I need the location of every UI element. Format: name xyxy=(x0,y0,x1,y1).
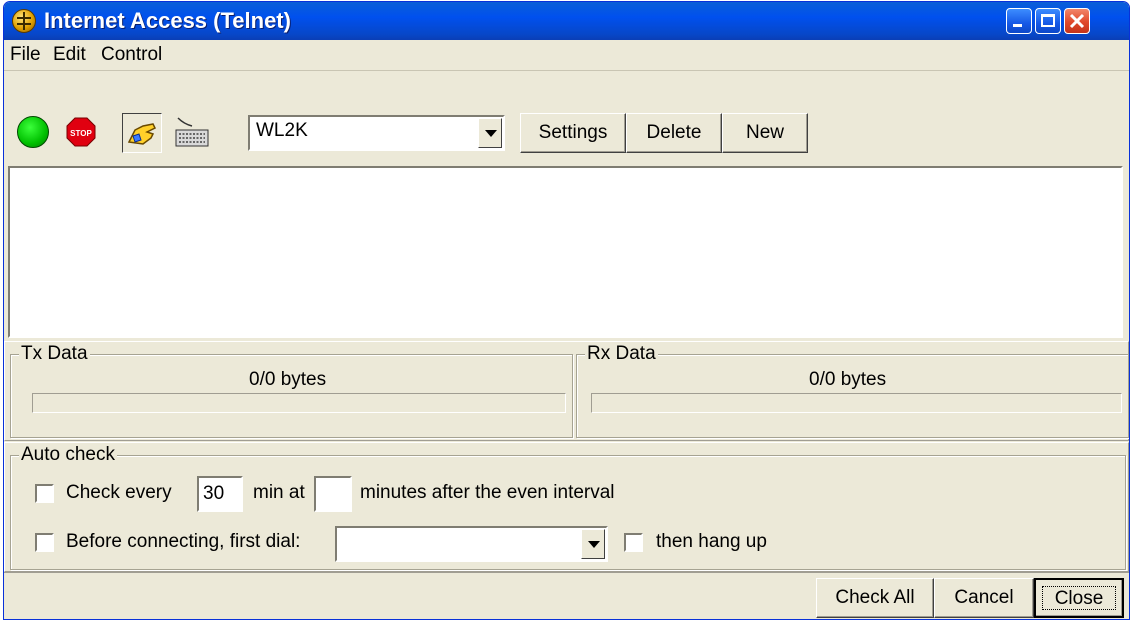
menu-file[interactable]: File xyxy=(10,44,41,66)
cancel-button[interactable]: Cancel xyxy=(934,578,1034,618)
check-all-label: Check All xyxy=(835,587,915,608)
keyboard-icon[interactable] xyxy=(174,116,210,150)
title-bar[interactable]: Internet Access (Telnet) xyxy=(4,2,1129,40)
svg-text:STOP: STOP xyxy=(70,129,92,138)
minimize-icon xyxy=(1013,24,1022,27)
maximize-button[interactable] xyxy=(1035,8,1061,34)
minimize-button[interactable] xyxy=(1006,8,1032,34)
hang-up-label: then hang up xyxy=(656,531,767,552)
connection-select-value: WL2K xyxy=(256,120,308,141)
check-all-button[interactable]: Check All xyxy=(816,578,934,618)
tx-bytes: 0/0 bytes xyxy=(249,369,327,390)
chevron-down-icon[interactable] xyxy=(478,118,502,148)
delete-button[interactable]: Delete xyxy=(626,113,722,153)
first-dial-checkbox[interactable] xyxy=(35,533,54,552)
check-every-label: Check every xyxy=(66,482,172,503)
tx-data-label: Tx Data xyxy=(19,343,90,365)
auto-check-label: Auto check xyxy=(19,444,117,466)
minutes-after-label: minutes after the even interval xyxy=(360,482,615,503)
close-button-label: Close xyxy=(1054,588,1104,609)
rx-data-group: Rx Data 0/0 bytes xyxy=(576,343,1129,438)
tx-data-group: Tx Data 0/0 bytes xyxy=(10,343,573,438)
tx-progress-bar xyxy=(32,393,566,413)
menu-bar: File Edit Control xyxy=(4,40,1129,71)
interval-input[interactable]: 30 xyxy=(197,476,243,512)
minutes-after-input[interactable] xyxy=(314,476,352,512)
menu-edit[interactable]: Edit xyxy=(53,44,86,66)
first-dial-label: Before connecting, first dial: xyxy=(66,531,301,552)
window-title: Internet Access (Telnet) xyxy=(44,8,291,33)
connection-select[interactable]: WL2K xyxy=(248,115,505,151)
hang-up-checkbox[interactable] xyxy=(624,533,643,552)
internet-access-window: Internet Access (Telnet) File Edit Contr… xyxy=(3,1,1130,620)
close-window-button[interactable] xyxy=(1064,8,1090,34)
go-icon[interactable] xyxy=(17,116,49,148)
dial-select[interactable] xyxy=(335,526,608,562)
settings-button[interactable]: Settings xyxy=(520,113,626,153)
output-area[interactable] xyxy=(8,166,1123,338)
rx-progress-bar xyxy=(591,393,1122,413)
menu-control[interactable]: Control xyxy=(101,44,162,66)
stop-icon[interactable]: STOP xyxy=(66,117,96,147)
close-icon xyxy=(1069,13,1085,29)
maximize-icon xyxy=(1041,14,1055,27)
rx-data-label: Rx Data xyxy=(585,343,658,365)
rx-bytes: 0/0 bytes xyxy=(809,369,887,390)
close-button[interactable]: Close xyxy=(1034,578,1124,618)
chevron-down-icon[interactable] xyxy=(581,529,605,559)
globe-icon[interactable] xyxy=(12,9,36,33)
check-every-checkbox[interactable] xyxy=(35,484,54,503)
connect-hand-icon[interactable] xyxy=(122,113,162,153)
new-button[interactable]: New xyxy=(722,113,808,153)
min-at-label: min at xyxy=(253,482,305,503)
